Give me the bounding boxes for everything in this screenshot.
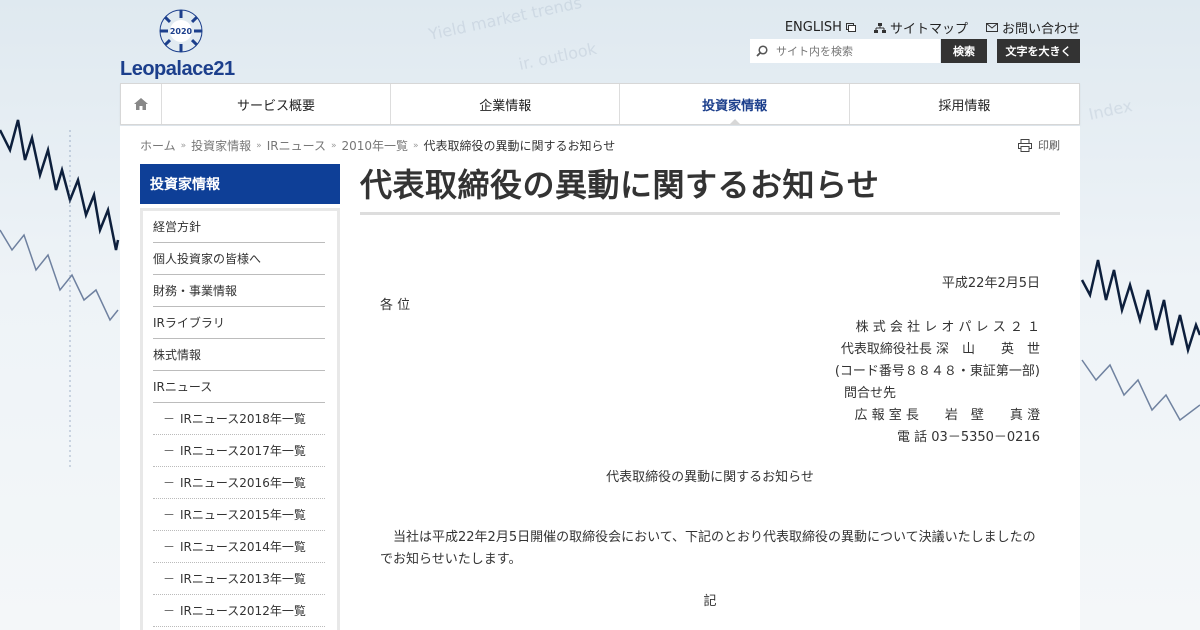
sidebar-heading[interactable]: 投資家情報 [140,164,340,204]
notice-date: 平成22年2月5日 [941,276,1040,291]
search-button[interactable]: 検索 [941,39,987,63]
search-icon [756,45,768,57]
page: 2020 Leopalace21 ENGLISH サイトマップ お問い合わせ 検… [120,0,1080,630]
nav-company[interactable]: 企業情報 [391,84,621,124]
page-title: 代表取締役の異動に関するお知らせ [360,164,1060,215]
sitemap-link-label: サイトマップ [889,22,968,37]
english-link[interactable]: ENGLISH [785,18,856,37]
addressee: 各 位 [380,298,411,313]
breadcrumb-ir-news[interactable]: IRニュース [267,137,326,154]
home-icon [133,98,148,110]
dash-icon: － [163,604,176,618]
sidebar-subitem-label: IRニュース2017年一覧 [180,444,306,458]
breadcrumb-investors[interactable]: 投資家情報 [191,137,251,154]
sidebar-subitem[interactable]: － IRニュース2015年一覧 [153,499,325,531]
sidebar-subitem-label: IRニュース2014年一覧 [180,540,306,554]
sidebar-subitem[interactable]: － IRニュース2012年一覧 [153,595,325,627]
sitemap-icon [873,22,886,33]
nav-investors[interactable]: 投資家情報 [620,84,850,125]
dash-icon: － [163,540,176,554]
dash-icon: － [163,444,176,458]
sidebar-subitem[interactable]: － IRニュース2014年一覧 [153,531,325,563]
creative-evolution-emblem: 2020 [159,9,203,53]
logo-wordmark: Leopalace21 [120,58,235,80]
contact-person: 広 報 室 長 岩 壁 真 澄 [854,408,1040,423]
large-text-button[interactable]: 文字を大きく [997,39,1080,63]
breadcrumb-separator-icon: » [256,140,262,151]
breadcrumb-separator-icon: » [180,140,187,151]
nav-recruit[interactable]: 採用情報 [850,84,1079,124]
svg-text:Index: Index [1087,96,1134,124]
breadcrumb-home[interactable]: ホーム [140,137,176,154]
company-name: 株 式 会 社 レ オ パ レ ス ２ １ [855,320,1040,335]
sidebar-subitem-label: IRニュース2015年一覧 [180,508,306,522]
representative: 代表取締役社長 深 山 英 世 [840,342,1040,357]
content-area: ホーム » 投資家情報 » IRニュース » 2010年一覧 » 代表取締役の異… [120,126,1080,630]
svg-text:2020: 2020 [170,27,193,36]
notice-title: 代表取締役の異動に関するお知らせ [606,470,814,485]
search-input[interactable] [776,44,936,58]
breadcrumb-current: 代表取締役の異動に関するお知らせ [423,139,616,153]
breadcrumb: ホーム » 投資家情報 » IRニュース » 2010年一覧 » 代表取締役の異… [140,137,615,154]
dash-icon: － [163,412,176,426]
sidebar-item-ir-news[interactable]: IRニュース [153,371,325,403]
sidebar-subitem[interactable]: － IRニュース2016年一覧 [153,467,325,499]
printer-icon [1018,138,1032,152]
notice-body: 当社は平成22年2月5日開催の取締役会において、下記のとおり代表取締役の異動につ… [380,530,1036,567]
utility-links: ENGLISH サイトマップ お問い合わせ [785,18,1080,37]
mail-icon [985,23,998,32]
logo[interactable]: 2020 Leopalace21 [120,8,245,80]
sidebar-item-policy[interactable]: 経営方針 [153,211,325,243]
sidebar-subitem-label: IRニュース2013年一覧 [180,572,306,586]
breadcrumb-separator-icon: » [330,140,337,151]
nav-home[interactable] [121,84,162,124]
external-window-icon [845,23,856,32]
dash-icon: － [163,508,176,522]
stock-code: (コード番号８８４８・東証第一部) [834,364,1040,379]
print-label: 印刷 [1038,139,1060,152]
sidebar-menu: 経営方針 個人投資家の皆様へ 財務・事業情報 IRライブラリ 株式情報 IRニュ… [140,208,340,630]
contact-label: 問合せ先 [844,386,897,401]
sidebar-subitem-label: IRニュース2018年一覧 [180,412,306,426]
sidebar-item-ir-library[interactable]: IRライブラリ [153,307,325,339]
contact-link[interactable]: お問い合わせ [985,18,1080,37]
global-nav: サービス概要 企業情報 投資家情報 採用情報 [120,83,1080,125]
contact-link-label: お問い合わせ [1001,22,1080,37]
english-link-label: ENGLISH [784,20,842,35]
search-box [750,39,940,63]
sidebar-item-individual[interactable]: 個人投資家の皆様へ [153,243,325,275]
sidebar-item-financial[interactable]: 財務・事業情報 [153,275,325,307]
notice-ki: 記 [703,594,717,609]
print-button[interactable]: 印刷 [1018,137,1060,153]
sidebar-item-stock[interactable]: 株式情報 [153,339,325,371]
breadcrumb-separator-icon: » [413,140,419,151]
sidebar-subitem-label: IRニュース2016年一覧 [180,476,306,490]
dash-icon: － [163,572,176,586]
sitemap-link[interactable]: サイトマップ [873,18,968,37]
dash-icon: － [163,476,176,490]
sidebar-subitem[interactable]: － IRニュース2017年一覧 [153,435,325,467]
issuer-block: 株 式 会 社 レ オ パ レ ス ２ １ 代表取締役社長 深 山 英 世 (コ… [835,317,1040,383]
sidebar: 投資家情報 経営方針 個人投資家の皆様へ 財務・事業情報 IRライブラリ 株式情… [140,164,340,630]
sidebar-subitem[interactable]: － IRニュース2013年一覧 [153,563,325,595]
breadcrumb-2010[interactable]: 2010年一覧 [341,137,408,154]
main-content: 代表取締役の異動に関するお知らせ 平成22年2月5日 各 位 株 式 会 社 レ… [360,164,1060,609]
nav-services[interactable]: サービス概要 [162,84,392,124]
contact-phone: 電 話 03－5350－0216 [897,430,1040,445]
sidebar-subitem-label: IRニュース2012年一覧 [180,604,306,618]
sidebar-subitem[interactable]: － IRニュース2018年一覧 [153,403,325,435]
